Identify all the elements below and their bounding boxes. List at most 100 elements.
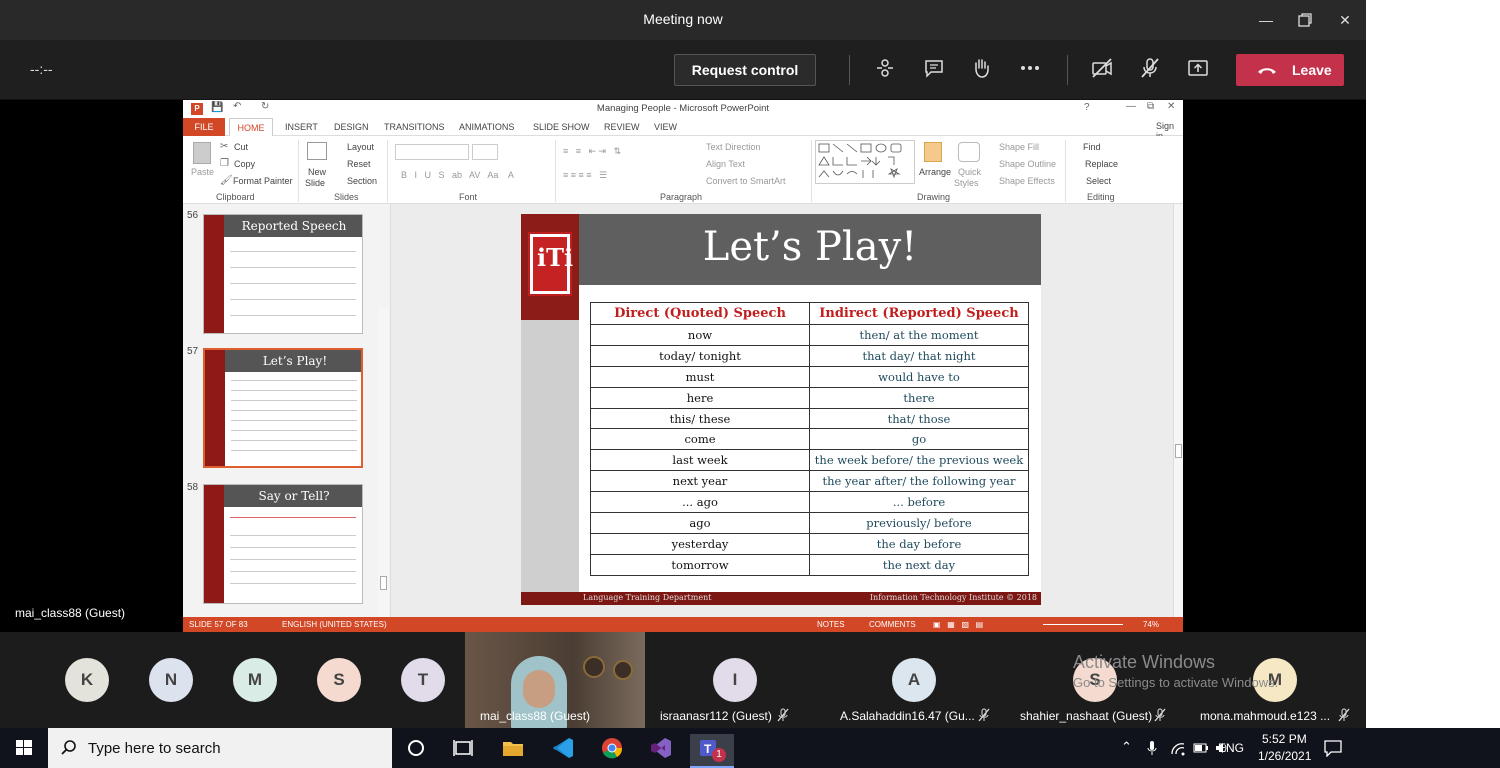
shapes-gallery[interactable] xyxy=(815,140,915,184)
direct-cell: this/ these xyxy=(590,407,810,430)
zoom-level[interactable]: 74% xyxy=(1143,620,1159,629)
thumbnails-scrollbar[interactable] xyxy=(378,308,389,633)
participant-avatar[interactable]: I xyxy=(713,658,757,702)
tab-review[interactable]: REVIEW xyxy=(604,122,640,132)
share-screen-icon[interactable] xyxy=(1186,56,1216,84)
font-name-dropdown[interactable] xyxy=(395,144,469,160)
leave-button[interactable]: Leave xyxy=(1236,54,1344,86)
format-painter-button[interactable]: Format Painter xyxy=(233,176,293,186)
participant-avatar[interactable]: A xyxy=(892,658,936,702)
direct-cell: last week xyxy=(590,449,810,472)
cut-button[interactable]: Cut xyxy=(234,142,248,152)
teams-taskbar-icon[interactable]: T 1 xyxy=(690,734,734,768)
raise-hand-icon[interactable] xyxy=(969,56,999,84)
thumbnail-slide-57[interactable]: Let’s Play! xyxy=(203,348,363,468)
ppt-minimize-icon[interactable]: — xyxy=(1126,101,1136,112)
tab-transitions[interactable]: TRANSITIONS xyxy=(384,122,445,132)
notes-button[interactable]: NOTES xyxy=(817,620,845,629)
tab-animations[interactable]: ANIMATIONS xyxy=(459,122,514,132)
taskbar-search[interactable]: Type here to search xyxy=(48,728,392,768)
direct-cell: ago xyxy=(590,512,810,534)
request-control-button[interactable]: Request control xyxy=(674,54,816,86)
shape-fill-button[interactable]: Shape Fill xyxy=(999,142,1039,152)
arrange-button[interactable]: Arrange xyxy=(919,167,951,177)
zoom-slider[interactable] xyxy=(1043,624,1123,625)
mic-off-icon xyxy=(777,708,789,722)
new-slide-button[interactable]: New xyxy=(308,167,326,177)
slide-scrollbar[interactable] xyxy=(1173,204,1183,617)
arrange-icon[interactable] xyxy=(924,142,942,162)
paste-icon[interactable] xyxy=(193,142,211,164)
microphone-icon[interactable] xyxy=(1146,740,1158,756)
thumbnail-slide-56[interactable]: Reported Speech xyxy=(203,214,363,334)
select-button[interactable]: Select xyxy=(1086,176,1111,186)
indirect-cell: go xyxy=(809,428,1029,451)
view-buttons[interactable]: ▣ ▦ ▧ ▤ xyxy=(933,620,983,629)
maximize-icon[interactable] xyxy=(1293,8,1317,32)
notifications-icon[interactable] xyxy=(1323,739,1343,757)
chat-icon[interactable] xyxy=(922,56,952,84)
tab-insert[interactable]: INSERT xyxy=(285,122,318,132)
participant-video[interactable]: mai_class88 (Guest) xyxy=(465,632,645,728)
tab-view[interactable]: VIEW xyxy=(654,122,677,132)
shape-outline-button[interactable]: Shape Outline xyxy=(999,159,1056,169)
tab-file[interactable]: FILE xyxy=(183,118,225,136)
layout-button[interactable]: Layout xyxy=(347,142,374,152)
quick-styles-button-line2[interactable]: Styles xyxy=(954,178,979,188)
task-view-icon[interactable] xyxy=(443,734,487,768)
quick-styles-button[interactable]: Quick xyxy=(958,167,981,177)
camera-off-icon[interactable] xyxy=(1090,56,1120,84)
current-slide[interactable]: iTi Let’s Play! Direct (Quoted) Speech I… xyxy=(521,214,1041,605)
mic-off-icon[interactable] xyxy=(1138,56,1168,84)
clock-date[interactable]: 1/26/2021 xyxy=(1258,749,1311,763)
vscode-icon[interactable] xyxy=(543,734,587,768)
participant-avatar[interactable]: S xyxy=(317,658,361,702)
meeting-timer: --:-- xyxy=(30,61,53,77)
visual-studio-icon[interactable] xyxy=(641,734,685,768)
section-button[interactable]: Section xyxy=(347,176,377,186)
windows-start-icon[interactable] xyxy=(6,734,50,768)
copy-button[interactable]: Copy xyxy=(234,159,255,169)
convert-smartart-button[interactable]: Convert to SmartArt xyxy=(706,176,786,186)
participant-avatar[interactable]: M xyxy=(233,658,277,702)
language-indicator[interactable]: ENG xyxy=(1218,741,1244,755)
reset-button[interactable]: Reset xyxy=(347,159,371,169)
tab-home[interactable]: HOME xyxy=(229,118,273,137)
activate-windows-watermark: Activate Windows Go to Settings to activ… xyxy=(1073,652,1278,690)
new-slide-button-line2[interactable]: Slide xyxy=(305,178,325,188)
participants-icon[interactable] xyxy=(873,56,903,84)
network-icon[interactable] xyxy=(1170,742,1186,756)
tab-slide-show[interactable]: SLIDE SHOW xyxy=(533,122,590,132)
file-explorer-icon[interactable] xyxy=(493,734,537,768)
ppt-close-icon[interactable]: ✕ xyxy=(1167,101,1175,112)
cortana-icon[interactable] xyxy=(396,734,440,768)
align-text-button[interactable]: Align Text xyxy=(706,159,745,169)
quick-styles-icon[interactable] xyxy=(958,142,980,162)
close-icon[interactable]: ✕ xyxy=(1333,8,1357,32)
battery-icon[interactable] xyxy=(1193,742,1209,754)
replace-button[interactable]: Replace xyxy=(1085,159,1118,169)
clock-time[interactable]: 5:52 PM xyxy=(1262,732,1307,746)
font-size-dropdown[interactable] xyxy=(472,144,498,160)
participant-avatar[interactable]: K xyxy=(65,658,109,702)
paste-button[interactable]: Paste xyxy=(191,167,214,177)
tab-design[interactable]: DESIGN xyxy=(334,122,369,132)
language-status[interactable]: ENGLISH (UNITED STATES) xyxy=(282,620,387,629)
text-direction-button[interactable]: Text Direction xyxy=(706,142,761,152)
comments-button[interactable]: COMMENTS xyxy=(869,620,916,629)
participant-avatar[interactable]: N xyxy=(149,658,193,702)
font-format-buttons[interactable]: B I U S ab AV Aa A xyxy=(401,170,514,180)
find-button[interactable]: Find xyxy=(1083,142,1101,152)
chrome-icon[interactable] xyxy=(592,734,636,768)
help-icon[interactable]: ? xyxy=(1084,102,1090,113)
list-buttons[interactable]: ≡ ≡ ⇤ ⇥ ⇅ xyxy=(563,146,621,157)
ppt-restore-icon[interactable]: ⧉ xyxy=(1147,101,1154,112)
tray-chevron-icon[interactable]: ⌃ xyxy=(1121,739,1132,755)
shape-effects-button[interactable]: Shape Effects xyxy=(999,176,1055,186)
thumbnail-slide-58[interactable]: Say or Tell? xyxy=(203,484,363,604)
align-buttons[interactable]: ≡ ≡ ≡ ≡ ☰ xyxy=(563,170,607,181)
new-slide-icon[interactable] xyxy=(307,142,327,160)
minimize-icon[interactable]: — xyxy=(1254,8,1278,32)
participant-avatar[interactable]: T xyxy=(401,658,445,702)
more-options-icon[interactable] xyxy=(1018,56,1048,84)
